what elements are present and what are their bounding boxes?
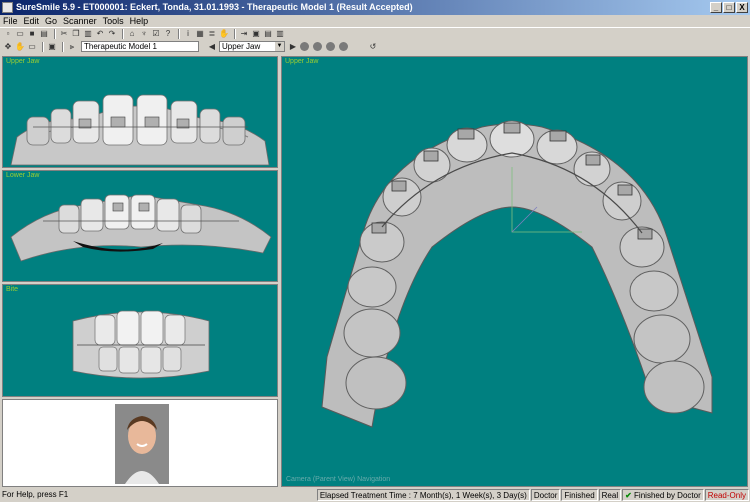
upper-jaw-label: Upper Jaw bbox=[6, 58, 40, 65]
redo-icon[interactable]: ↷ bbox=[107, 29, 117, 39]
grid-icon[interactable]: ▦ bbox=[195, 29, 205, 39]
arrow-left-icon[interactable]: ◀ bbox=[207, 42, 217, 52]
title-bar[interactable]: SureSmile 5.9 - ET000001: Eckert, Tonda,… bbox=[0, 0, 750, 15]
report-icon[interactable]: ▥ bbox=[275, 29, 285, 39]
info-icon[interactable]: i bbox=[183, 29, 193, 39]
menu-scanner[interactable]: Scanner bbox=[63, 16, 97, 26]
toolbar-separator bbox=[62, 41, 64, 52]
bracket-icon[interactable]: ⫸ bbox=[67, 42, 77, 52]
play-start-icon[interactable] bbox=[300, 42, 309, 51]
menu-bar: File Edit Go Scanner Tools Help bbox=[0, 15, 750, 27]
pan-hand-icon[interactable]: ✋ bbox=[15, 42, 25, 52]
reset-view-icon[interactable]: ↺ bbox=[368, 42, 378, 52]
save-icon[interactable]: ■ bbox=[27, 29, 37, 39]
hand-icon[interactable]: ✋ bbox=[219, 29, 229, 39]
occlusion-view[interactable]: Bite bbox=[2, 284, 278, 397]
window-controls: _ □ X bbox=[710, 2, 748, 13]
status-finished-by: ✔ Finished by Doctor bbox=[622, 488, 704, 501]
view-icon[interactable]: ▣ bbox=[47, 42, 57, 52]
upper-jaw-model bbox=[10, 94, 270, 166]
toolbar-separator bbox=[234, 29, 236, 39]
undo-icon[interactable]: ↶ bbox=[95, 29, 105, 39]
jaw-select[interactable]: Upper Jaw ▼ bbox=[219, 41, 285, 52]
help-icon[interactable]: ? bbox=[163, 29, 173, 39]
lower-jaw-view[interactable]: Lower Jaw bbox=[2, 170, 278, 282]
upper-arch-model bbox=[321, 120, 713, 428]
open-folder-icon[interactable]: ▭ bbox=[15, 29, 25, 39]
checklist-icon[interactable]: ☑ bbox=[151, 29, 161, 39]
toolbar-separator bbox=[54, 29, 56, 39]
window-title: SureSmile 5.9 - ET000001: Eckert, Tonda,… bbox=[16, 2, 413, 12]
maximize-button[interactable]: □ bbox=[723, 2, 735, 13]
play-next-icon[interactable] bbox=[326, 42, 335, 51]
menu-go[interactable]: Go bbox=[45, 16, 57, 26]
status-help-text: For Help, press F1 bbox=[2, 489, 69, 499]
rotate-icon[interactable]: ✥ bbox=[3, 42, 13, 52]
status-readonly: Read-Only bbox=[704, 488, 749, 501]
close-button[interactable]: X bbox=[736, 2, 748, 13]
layers-icon[interactable]: ≣ bbox=[207, 29, 217, 39]
model-select-value: Therapeutic Model 1 bbox=[84, 42, 157, 51]
new-file-icon[interactable]: ▫ bbox=[3, 29, 13, 39]
scanner-icon[interactable]: ▣ bbox=[251, 29, 261, 39]
status-real: Real bbox=[598, 488, 622, 501]
occlusion-model bbox=[72, 310, 210, 379]
model-icon[interactable]: ▤ bbox=[263, 29, 273, 39]
status-bar: For Help, press F1 Elapsed Treatment Tim… bbox=[0, 487, 750, 502]
lower-jaw-label: Lower Jaw bbox=[6, 172, 40, 179]
lower-jaw-model bbox=[10, 194, 272, 262]
menu-help[interactable]: Help bbox=[130, 16, 149, 26]
jaw-select-value: Upper Jaw bbox=[222, 42, 261, 51]
export-icon[interactable]: ⇥ bbox=[239, 29, 249, 39]
status-finished-by-text: Finished by Doctor bbox=[634, 490, 701, 500]
upper-jaw-view[interactable]: Upper Jaw bbox=[2, 56, 278, 168]
menu-file[interactable]: File bbox=[3, 16, 18, 26]
model-select[interactable]: Therapeutic Model 1 bbox=[81, 41, 199, 52]
occlusion-label: Bite bbox=[6, 286, 19, 293]
patient-photo bbox=[115, 404, 169, 484]
toolbar-separator bbox=[178, 29, 180, 39]
play-end-icon[interactable] bbox=[339, 42, 348, 51]
app-icon[interactable] bbox=[2, 2, 13, 13]
status-finished: Finished bbox=[561, 488, 598, 501]
main-view-label: Upper Jaw bbox=[285, 58, 319, 65]
folder-icon[interactable]: ▭ bbox=[27, 42, 37, 52]
toolbar-separator bbox=[122, 29, 124, 39]
toolbar-separator bbox=[42, 41, 44, 52]
menu-tools[interactable]: Tools bbox=[103, 16, 124, 26]
arrow-right-icon[interactable]: ▶ bbox=[288, 42, 298, 52]
status-elapsed-time: Elapsed Treatment Time : 7 Month(s), 1 W… bbox=[316, 488, 530, 501]
minimize-button[interactable]: _ bbox=[710, 2, 722, 13]
cut-icon[interactable]: ✂ bbox=[59, 29, 69, 39]
status-doctor: Doctor bbox=[530, 488, 561, 501]
chevron-down-icon[interactable]: ▼ bbox=[275, 42, 284, 51]
main-3d-viewport[interactable]: Upper Jaw Camera (Parent View) Navigatio… bbox=[281, 56, 748, 487]
patient-photo-panel bbox=[2, 399, 278, 487]
copy-icon[interactable]: ❐ bbox=[71, 29, 81, 39]
camera-status-text: Camera (Parent View) Navigation bbox=[286, 476, 391, 483]
checkmark-icon: ✔ bbox=[625, 490, 632, 500]
play-prev-icon[interactable] bbox=[313, 42, 322, 51]
tooth-icon[interactable]: ♆ bbox=[139, 29, 149, 39]
print-icon[interactable]: ▤ bbox=[39, 29, 49, 39]
paste-icon[interactable]: ▥ bbox=[83, 29, 93, 39]
menu-edit[interactable]: Edit bbox=[24, 16, 40, 26]
home-icon[interactable]: ⌂ bbox=[127, 29, 137, 39]
navigation-toolbar: ✥ ✋ ▭ ▣ ⫸ Therapeutic Model 1 ◀ Upper Ja… bbox=[0, 40, 750, 53]
main-toolbar: ▫ ▭ ■ ▤ ✂ ❐ ▥ ↶ ↷ ⌂ ♆ ☑ ? i ▦ ≣ ✋ ⇥ ▣ ▤ … bbox=[0, 27, 750, 40]
